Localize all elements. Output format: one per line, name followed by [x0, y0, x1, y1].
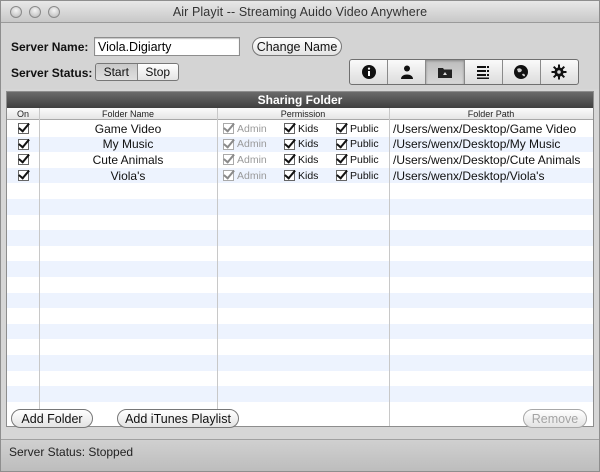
stop-button[interactable]: Stop: [136, 64, 179, 80]
empty-row: [7, 198, 593, 215]
server-name-label: Server Name:: [11, 40, 89, 54]
user-icon: [400, 65, 413, 79]
empty-row: [7, 215, 593, 231]
folder-name-cell: Game Video: [94, 121, 162, 136]
table-row[interactable]: Viola's Admin Kids Public/Users/wenx/Deskto…: [7, 167, 593, 184]
empty-row: [7, 261, 593, 277]
admin-label: Admin: [237, 169, 267, 182]
folder-table-body: Game Video Admin Kids Public/Users/wenx/Des…: [7, 121, 593, 417]
remove-button[interactable]: Remove: [523, 409, 587, 428]
info-tab[interactable]: [350, 60, 387, 84]
empty-row: [7, 323, 593, 340]
folder-icon: [437, 68, 452, 78]
kids-label: Kids: [298, 153, 319, 166]
kids-checkbox[interactable]: [284, 138, 295, 150]
table-row[interactable]: Game Video Admin Kids Public/Users/wenx/Des…: [7, 121, 593, 137]
column-folder-name[interactable]: Folder Name: [39, 108, 217, 120]
empty-row: [7, 292, 593, 309]
table-row[interactable]: Cute Animals Admin Kids Public/Users/wenx/D…: [7, 152, 593, 168]
sharing-folder-panel: Sharing Folder On Folder Name Permission…: [6, 91, 594, 427]
admin-label: Admin: [237, 122, 267, 135]
empty-row: [7, 183, 593, 199]
info-icon: [361, 65, 376, 79]
list-tab[interactable]: [463, 60, 502, 84]
globe-tab[interactable]: [501, 60, 540, 84]
row-on-checkbox[interactable]: [18, 170, 29, 182]
status-bar: Server Status: Stopped: [1, 439, 599, 471]
empty-row: [7, 371, 593, 387]
folder-tab[interactable]: [425, 60, 464, 84]
admin-checkbox: [223, 138, 234, 150]
public-label: Public: [350, 153, 379, 166]
public-label: Public: [350, 138, 379, 151]
admin-checkbox: [223, 123, 234, 135]
title-bar: Air Playit -- Streaming Auido Video Anyw…: [1, 1, 599, 23]
empty-row: [7, 308, 593, 324]
row-on-checkbox[interactable]: [18, 138, 29, 150]
folder-path-cell: /Users/wenx/Desktop/Viola's: [393, 168, 545, 183]
globe-icon: [514, 65, 529, 79]
server-name-input[interactable]: [94, 37, 240, 56]
app-window: Air Playit -- Streaming Auido Video Anyw…: [0, 0, 600, 472]
empty-row: [7, 386, 593, 402]
list-icon: [477, 66, 490, 79]
panel-header: Sharing Folder: [7, 92, 593, 108]
kids-checkbox[interactable]: [284, 154, 295, 166]
table-row[interactable]: My Music Admin Kids Public/Users/wenx/Deskt…: [7, 136, 593, 153]
folder-name-cell: Viola's: [110, 168, 146, 183]
empty-row: [7, 277, 593, 293]
public-label: Public: [350, 169, 379, 182]
change-name-button[interactable]: Change Name: [252, 37, 342, 56]
column-folder-path[interactable]: Folder Path: [389, 108, 593, 120]
empty-row: [7, 339, 593, 355]
empty-row: [7, 230, 593, 246]
kids-checkbox[interactable]: [284, 170, 295, 182]
start-stop-segmented-control: Start Stop: [95, 63, 179, 81]
kids-label: Kids: [298, 169, 319, 182]
admin-label: Admin: [237, 138, 267, 151]
public-label: Public: [350, 122, 379, 135]
empty-row: [7, 402, 593, 418]
settings-tab[interactable]: [539, 60, 578, 84]
column-on[interactable]: On: [7, 108, 39, 120]
public-checkbox[interactable]: [336, 123, 347, 135]
server-controls: Server Name: Change Name Server Status: …: [1, 23, 599, 89]
server-status-label: Server Status:: [11, 66, 93, 80]
public-checkbox[interactable]: [336, 154, 347, 166]
add-itunes-playlist-button[interactable]: Add iTunes Playlist: [117, 409, 239, 428]
toolbar-icon-bar: [349, 59, 579, 85]
window-title: Air Playit -- Streaming Auido Video Anyw…: [172, 5, 428, 19]
admin-checkbox: [223, 154, 234, 166]
folder-name-cell: My Music: [102, 137, 154, 152]
gear-icon: [551, 64, 567, 80]
kids-label: Kids: [298, 122, 319, 135]
add-folder-button[interactable]: Add Folder: [11, 409, 93, 428]
admin-checkbox: [223, 170, 234, 182]
start-button[interactable]: Start: [96, 64, 137, 80]
column-permission[interactable]: Permission: [217, 108, 389, 120]
user-tab[interactable]: [387, 60, 425, 84]
empty-row: [7, 246, 593, 262]
folder-path-cell: /Users/wenx/Desktop/Cute Animals: [393, 152, 581, 167]
row-on-checkbox[interactable]: [18, 154, 29, 166]
folder-path-cell: /Users/wenx/Desktop/My Music: [393, 137, 561, 152]
folder-path-cell: /Users/wenx/Desktop/Game Video: [393, 121, 577, 136]
public-checkbox[interactable]: [336, 138, 347, 150]
row-on-checkbox[interactable]: [18, 123, 29, 135]
kids-label: Kids: [298, 138, 319, 151]
table-header: On Folder Name Permission Folder Path: [7, 108, 593, 120]
kids-checkbox[interactable]: [284, 123, 295, 135]
folder-name-cell: Cute Animals: [92, 152, 164, 167]
status-text: Server Status: Stopped: [9, 445, 134, 459]
empty-row: [7, 354, 593, 371]
public-checkbox[interactable]: [336, 170, 347, 182]
admin-label: Admin: [237, 153, 267, 166]
